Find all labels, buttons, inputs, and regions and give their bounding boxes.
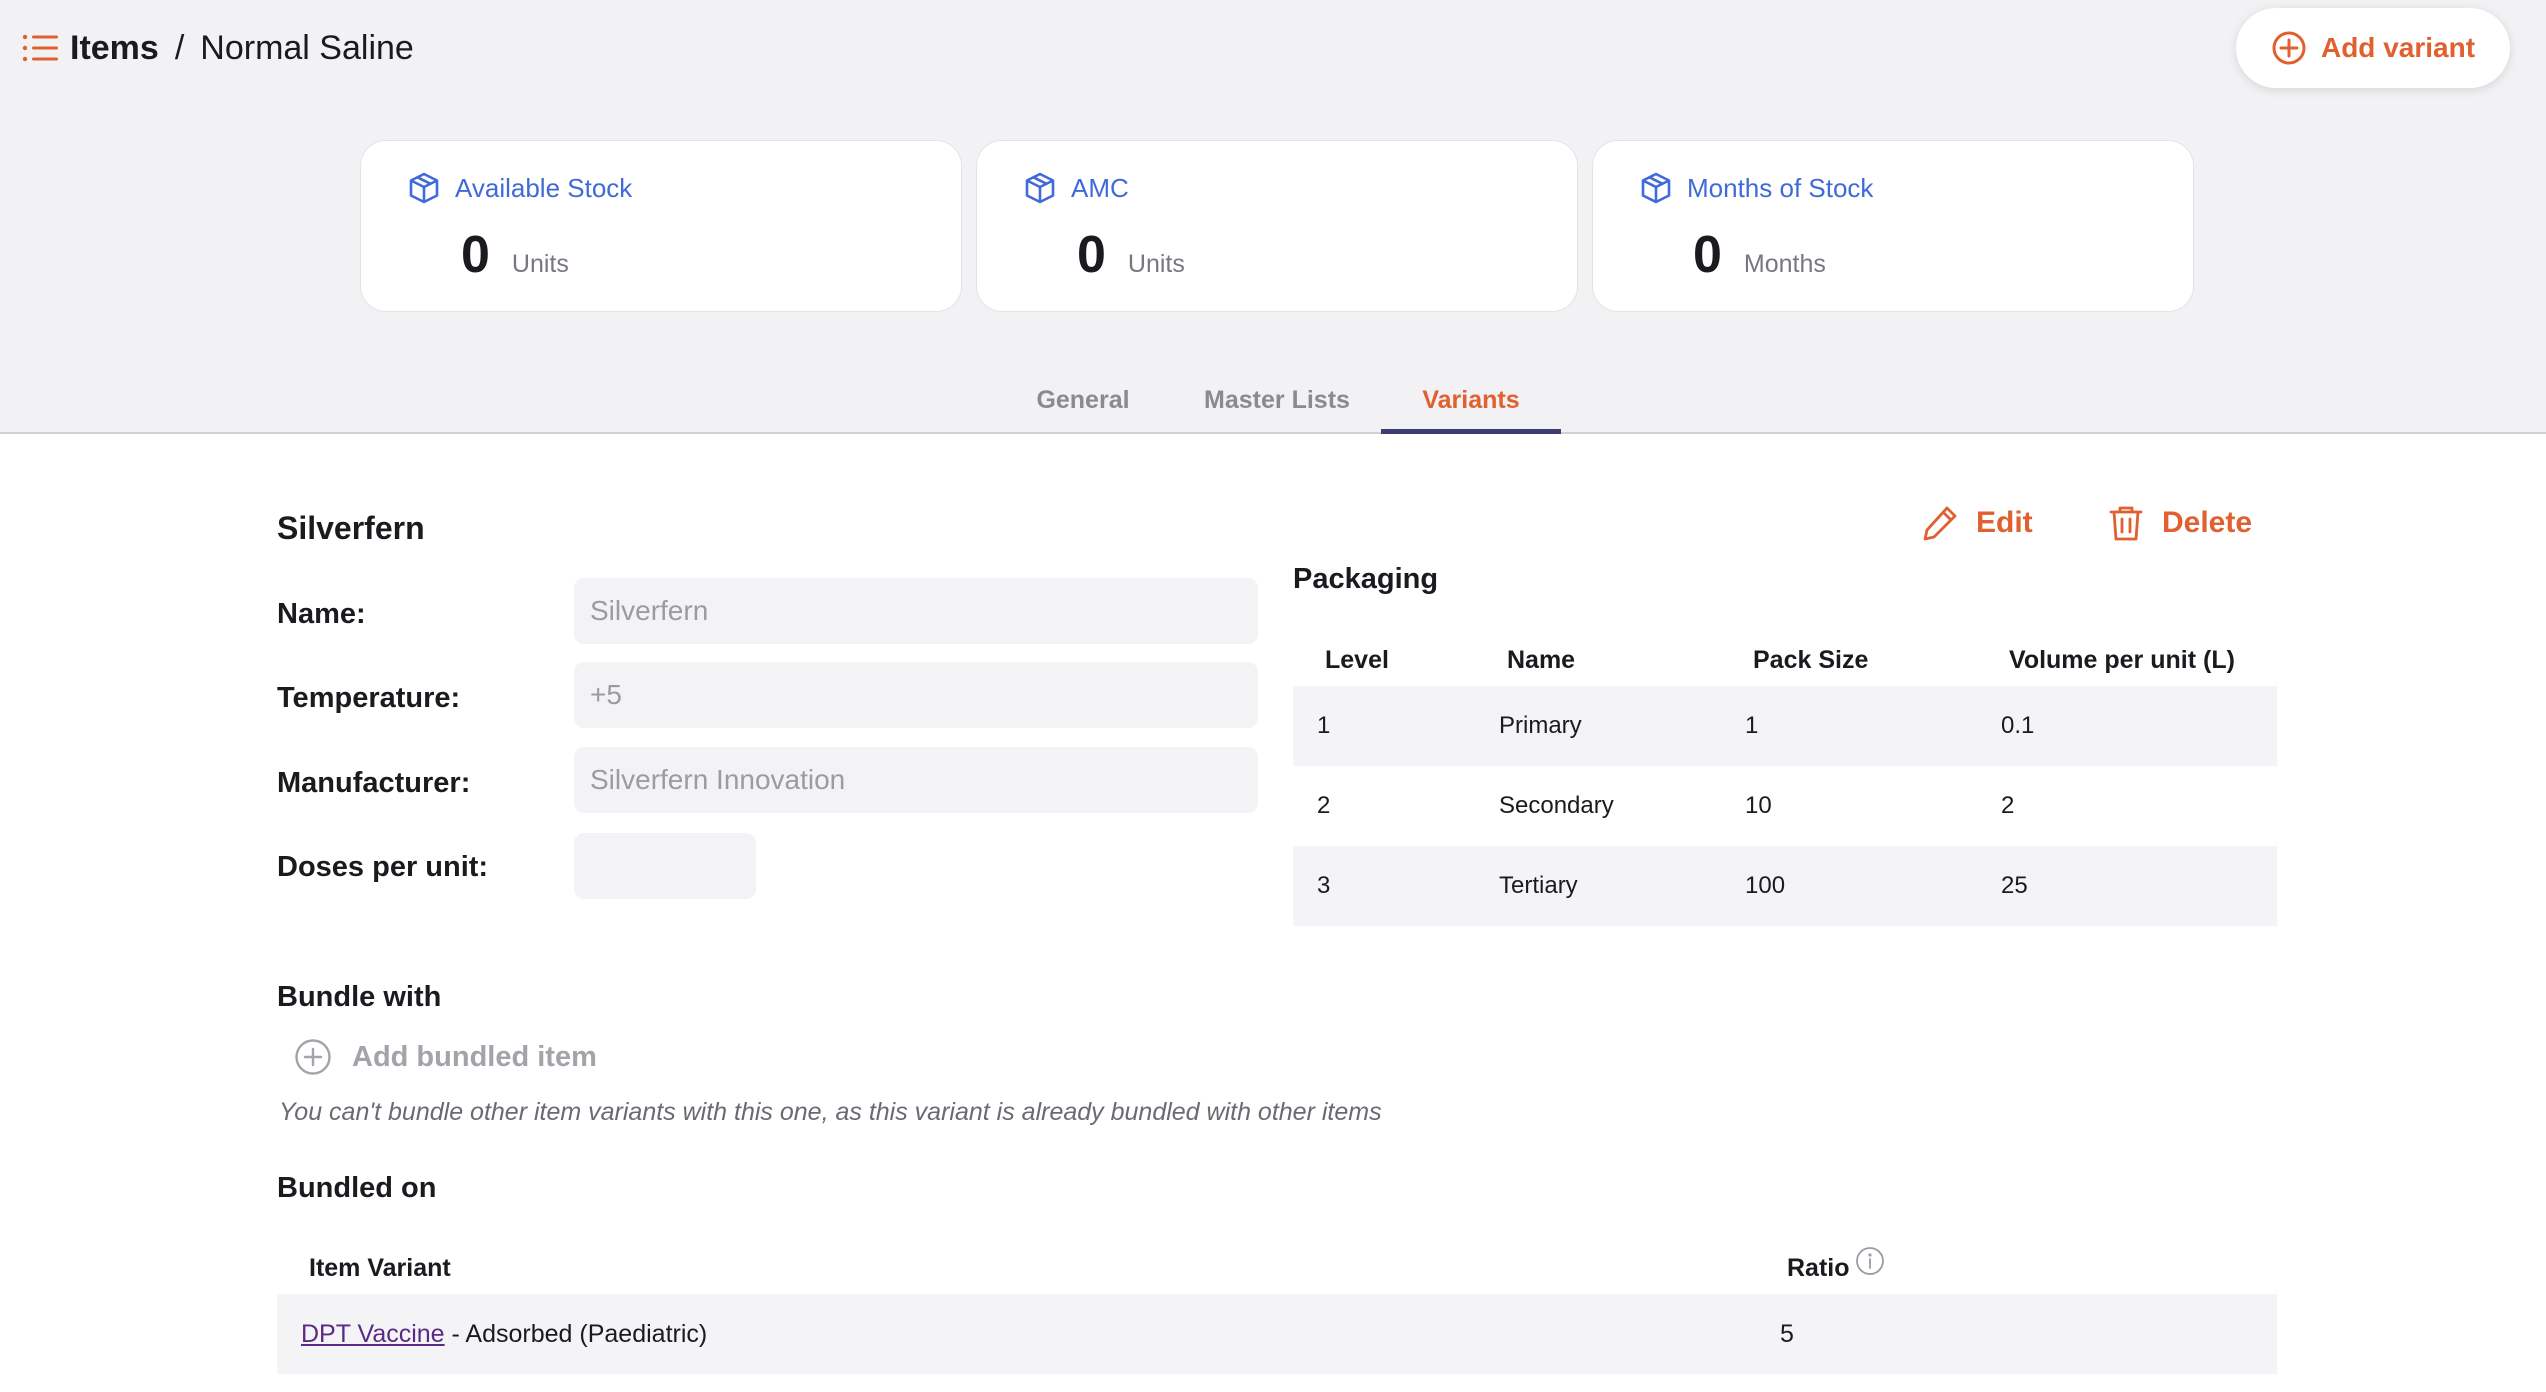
table-cell: 100 — [1745, 872, 1786, 899]
temperature-field[interactable]: +5 — [574, 662, 1258, 728]
table-cell: 10 — [1745, 792, 1772, 819]
add-bundled-item-label: Add bundled item — [352, 1040, 597, 1073]
stat-label: Available Stock — [455, 172, 633, 203]
doses-per-unit-label: Doses per unit: — [277, 851, 489, 883]
edit-label: Edit — [1976, 506, 2033, 539]
stat-card-months-of-stock: Months of Stock 0 Months — [1592, 140, 2194, 312]
table-row: 2 Secondary 10 2 — [1293, 766, 2277, 846]
table-header-row: Item Variant Ratio — [277, 1244, 2277, 1294]
stat-value: 0 — [461, 226, 490, 284]
manufacturer-field[interactable]: Silverfern Innovation — [574, 747, 1258, 813]
menu-list-icon[interactable] — [22, 32, 60, 64]
table-row: 1 Primary 1 0.1 — [1293, 686, 2277, 766]
item-variant-detail: - Adsorbed (Paediatric) — [444, 1320, 708, 1348]
variant-title: Silverfern — [277, 510, 425, 546]
bundle-note: You can't bundle other item variants wit… — [279, 1098, 1382, 1126]
info-icon[interactable] — [1855, 1246, 1885, 1276]
breadcrumb-items-link[interactable]: Items — [70, 29, 159, 68]
column-header[interactable]: Name — [1507, 646, 1575, 675]
plus-circle-icon — [2272, 31, 2306, 65]
table-cell: 0.1 — [2001, 712, 2035, 739]
table-cell: 3 — [1317, 872, 1331, 899]
add-variant-label: Add variant — [2320, 32, 2476, 63]
plus-circle-icon — [295, 1039, 331, 1075]
stat-unit: Units — [1127, 250, 1185, 278]
bundle-with-title: Bundle with — [277, 981, 442, 1013]
table-cell: 2 — [2001, 792, 2015, 819]
column-header[interactable]: Item Variant — [309, 1254, 451, 1283]
pencil-icon — [1923, 506, 1957, 541]
column-header[interactable]: Volume per unit (L) — [2009, 646, 2235, 675]
stat-label: Months of Stock — [1687, 172, 1874, 203]
table-cell: 1 — [1745, 712, 1759, 739]
table-row: DPT Vaccine - Adsorbed (Paediatric) 5 — [277, 1294, 2277, 1374]
breadcrumb: Items / Normal Saline — [22, 26, 414, 70]
table-row: 3 Tertiary 100 25 — [1293, 846, 2277, 926]
box-icon — [1025, 172, 1055, 204]
item-variant-link[interactable]: DPT Vaccine — [301, 1320, 445, 1348]
stat-value: 0 — [1077, 226, 1106, 284]
table-cell: Secondary — [1499, 792, 1614, 819]
ratio-cell: 5 — [1780, 1320, 1794, 1348]
stat-unit: Months — [1743, 250, 1826, 278]
stat-card-amc: AMC 0 Units — [976, 140, 1578, 312]
tab-variants[interactable]: Variants — [1381, 368, 1561, 434]
item-variant-cell: DPT Vaccine - Adsorbed (Paediatric) — [301, 1320, 707, 1349]
table-cell: Primary — [1499, 712, 1582, 739]
column-header[interactable]: Level — [1325, 646, 1389, 675]
add-bundled-item-button[interactable]: Add bundled item — [294, 1038, 597, 1076]
delete-button[interactable]: Delete — [2106, 498, 2252, 548]
edit-button[interactable]: Edit — [1920, 498, 2033, 548]
breadcrumb-current: Normal Saline — [200, 28, 414, 67]
delete-label: Delete — [2162, 506, 2253, 539]
tab-bar: General Master Lists Variants — [0, 368, 2546, 434]
temperature-label: Temperature: — [277, 682, 461, 714]
add-variant-button[interactable]: Add variant — [2236, 8, 2510, 88]
bundled-on-table: Item Variant Ratio DPT Vaccine - Adsorbe… — [277, 1244, 2277, 1374]
packaging-table: Level Name Pack Size Volume per unit (L)… — [1293, 636, 2277, 926]
tab-master-lists[interactable]: Master Lists — [1198, 368, 1356, 434]
tab-general[interactable]: General — [1026, 368, 1140, 434]
stat-card-available-stock: Available Stock 0 Units — [360, 140, 962, 312]
box-icon — [409, 172, 439, 204]
table-cell: 25 — [2001, 872, 2028, 899]
stat-unit: Units — [511, 250, 569, 278]
name-field[interactable]: Silverfern — [574, 578, 1258, 644]
name-label: Name: — [277, 598, 366, 630]
doses-per-unit-field[interactable] — [574, 833, 756, 899]
packaging-title: Packaging — [1293, 563, 1439, 595]
bundled-on-title: Bundled on — [277, 1172, 437, 1204]
table-cell: 2 — [1317, 792, 1331, 819]
table-header-row: Level Name Pack Size Volume per unit (L) — [1293, 636, 2277, 686]
column-header[interactable]: Pack Size — [1753, 646, 1868, 675]
stat-label: AMC — [1071, 172, 1129, 203]
item-header-area: Items / Normal Saline Add variant Availa… — [0, 0, 2546, 434]
box-icon — [1641, 172, 1671, 204]
breadcrumb-separator: / — [174, 28, 185, 67]
manufacturer-label: Manufacturer: — [277, 767, 471, 799]
column-header[interactable]: Ratio — [1787, 1254, 1850, 1283]
stat-value: 0 — [1693, 226, 1722, 284]
table-cell: Tertiary — [1499, 872, 1578, 899]
table-cell: 1 — [1317, 712, 1331, 739]
trash-icon — [2109, 506, 2143, 541]
